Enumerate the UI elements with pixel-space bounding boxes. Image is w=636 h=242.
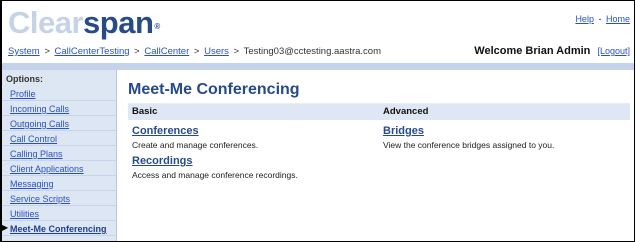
registered-mark: ® <box>154 22 160 31</box>
clearspan-logo: Clearspan® <box>8 7 160 39</box>
breadcrumb-separator: > <box>134 46 140 57</box>
sidebar-item-label[interactable]: Utilities <box>10 209 39 219</box>
option-conferences: Conferences Create and manage conference… <box>128 120 379 150</box>
sidebar-item-outgoing-calls[interactable]: Outgoing Calls <box>2 116 116 131</box>
sidebar-item-label[interactable]: Messaging <box>10 179 54 189</box>
welcome-area: Welcome Brian Admin [Logout] <box>474 45 630 57</box>
help-link[interactable]: Help <box>575 14 594 24</box>
sidebar-item-service-scripts[interactable]: Service Scripts <box>2 191 116 206</box>
sidebar-item-label[interactable]: Outgoing Calls <box>10 119 69 129</box>
breadcrumb-separator: > <box>233 46 240 57</box>
sidebar-item-label[interactable]: Call Control <box>10 134 57 144</box>
sidebar-item-meet-me-conferencing[interactable]: ▶ Meet-Me Conferencing <box>2 221 116 236</box>
option-recordings: Recordings Access and manage conference … <box>128 150 379 180</box>
top-links-separator: - <box>598 14 602 24</box>
page-frame: Clearspan® Help - Home System > CallCent… <box>0 0 635 242</box>
sidebar-item-label[interactable]: Client Applications <box>10 164 84 174</box>
advanced-heading: Advanced <box>379 103 630 120</box>
header-divider-band <box>2 63 634 70</box>
breadcrumb-separator: > <box>193 46 200 57</box>
sidebar-item-label[interactable]: Service Scripts <box>10 194 70 204</box>
sidebar-item-label[interactable]: Profile <box>10 89 36 99</box>
basic-column: Basic Conferences Create and manage conf… <box>128 103 379 180</box>
sidebar-menu: Profile Incoming Calls Outgoing Calls Ca… <box>2 86 116 236</box>
sidebar-item-client-applications[interactable]: Client Applications <box>2 161 116 176</box>
sidebar-title: Options: <box>6 74 43 84</box>
option-bridges: Bridges View the conference bridges assi… <box>379 120 630 150</box>
breadcrumb-current: Testing03@cctesting.aastra.com <box>243 46 382 57</box>
breadcrumb-callcenter[interactable]: CallCenter <box>144 46 189 57</box>
sidebar-item-incoming-calls[interactable]: Incoming Calls <box>2 101 116 116</box>
active-arrow-icon: ▶ <box>2 223 9 232</box>
conferences-link[interactable]: Conferences <box>132 125 375 137</box>
sidebar-item-label[interactable]: Calling Plans <box>10 149 63 159</box>
breadcrumb-system[interactable]: System <box>8 46 40 57</box>
bridges-link[interactable]: Bridges <box>383 125 626 137</box>
recordings-link[interactable]: Recordings <box>132 155 375 167</box>
welcome-text: Welcome Brian Admin <box>474 45 591 57</box>
breadcrumb: System > CallCenterTesting > CallCenter … <box>8 46 381 57</box>
bridges-description: View the conference bridges assigned to … <box>383 140 555 150</box>
advanced-column: Advanced Bridges View the conference bri… <box>379 103 630 180</box>
options-sidebar: Options: Profile Incoming Calls Outgoing… <box>2 70 117 241</box>
sidebar-item-utilities[interactable]: Utilities <box>2 206 116 221</box>
logo-text-dark: span <box>83 5 154 40</box>
sidebar-item-messaging[interactable]: Messaging <box>2 176 116 191</box>
main-content: Meet-Me Conferencing Basic Conferences C… <box>128 81 630 180</box>
logout-link[interactable]: [Logout] <box>597 46 630 56</box>
breadcrumb-separator: > <box>44 46 50 57</box>
breadcrumb-users[interactable]: Users <box>204 46 229 57</box>
options-columns: Basic Conferences Create and manage conf… <box>128 103 630 180</box>
sidebar-item-label[interactable]: Meet-Me Conferencing <box>10 224 107 234</box>
recordings-description: Access and manage conference recordings. <box>132 170 298 180</box>
logo-text-light: Clear <box>8 5 84 40</box>
page-title: Meet-Me Conferencing <box>128 81 300 98</box>
basic-heading: Basic <box>128 103 379 120</box>
breadcrumb-callcentertesting[interactable]: CallCenterTesting <box>55 46 130 57</box>
sidebar-item-profile[interactable]: Profile <box>2 86 116 101</box>
sidebar-item-call-control[interactable]: Call Control <box>2 131 116 146</box>
sidebar-item-label[interactable]: Incoming Calls <box>10 104 69 114</box>
sidebar-item-calling-plans[interactable]: Calling Plans <box>2 146 116 161</box>
top-links: Help - Home <box>575 14 630 24</box>
home-link[interactable]: Home <box>606 14 630 24</box>
conferences-description: Create and manage conferences. <box>132 140 259 150</box>
